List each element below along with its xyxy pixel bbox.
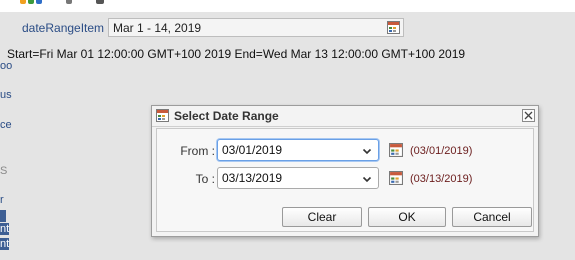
- from-date-value: 03/01/2019: [222, 143, 283, 157]
- calendar-icon[interactable]: [389, 143, 403, 160]
- edge-block: [0, 210, 6, 222]
- to-label: To :: [195, 172, 215, 186]
- edge-fragment: nt: [0, 223, 10, 235]
- toolbar-mark: [96, 0, 104, 4]
- toolbar-mark: [36, 0, 42, 4]
- edge-fragment: oo: [0, 60, 13, 72]
- edge-fragment: r: [0, 194, 4, 206]
- from-date-display: (03/01/2019): [410, 145, 473, 157]
- calendar-icon[interactable]: [389, 171, 403, 188]
- close-icon[interactable]: [522, 109, 535, 122]
- edge-fragment: us: [0, 89, 12, 101]
- date-range-value: Mar 1 - 14, 2019: [113, 20, 202, 35]
- date-range-field-row: dateRangeItem :: [22, 18, 117, 38]
- edge-fragment: nt: [0, 238, 10, 250]
- to-date-display: (03/13/2019): [410, 173, 473, 185]
- ok-button[interactable]: OK: [368, 207, 446, 227]
- dialog-body: From : 03/01/2019 (03/01/2019) To : 03/1…: [156, 128, 534, 232]
- top-toolbar-strip: [0, 0, 575, 12]
- toolbar-mark: [28, 0, 34, 4]
- cancel-button[interactable]: Cancel: [452, 207, 532, 227]
- to-date-value: 03/13/2019: [222, 171, 283, 185]
- edge-fragment: ce: [0, 119, 12, 131]
- from-label: From :: [180, 144, 215, 158]
- calendar-icon: [156, 109, 169, 125]
- result-text: Start=Fri Mar 01 12:00:00 GMT+100 2019 E…: [7, 47, 466, 61]
- date-range-input[interactable]: Mar 1 - 14, 2019: [108, 18, 404, 37]
- clear-button[interactable]: Clear: [282, 207, 362, 227]
- dialog-title: Select Date Range: [174, 109, 279, 123]
- date-range-label: dateRangeItem :: [22, 21, 111, 35]
- to-date-select[interactable]: 03/13/2019: [217, 167, 379, 189]
- toolbar-mark: [66, 0, 72, 4]
- calendar-icon[interactable]: [387, 21, 400, 37]
- from-date-select[interactable]: 03/01/2019: [217, 139, 379, 161]
- chevron-down-icon: [362, 145, 372, 159]
- select-date-range-dialog: Select Date Range From : 03/01/2019 (03/…: [151, 105, 539, 237]
- edge-fragment: S: [0, 165, 8, 177]
- chevron-down-icon: [362, 173, 372, 187]
- toolbar-mark: [20, 0, 26, 4]
- dialog-header[interactable]: Select Date Range: [152, 106, 538, 127]
